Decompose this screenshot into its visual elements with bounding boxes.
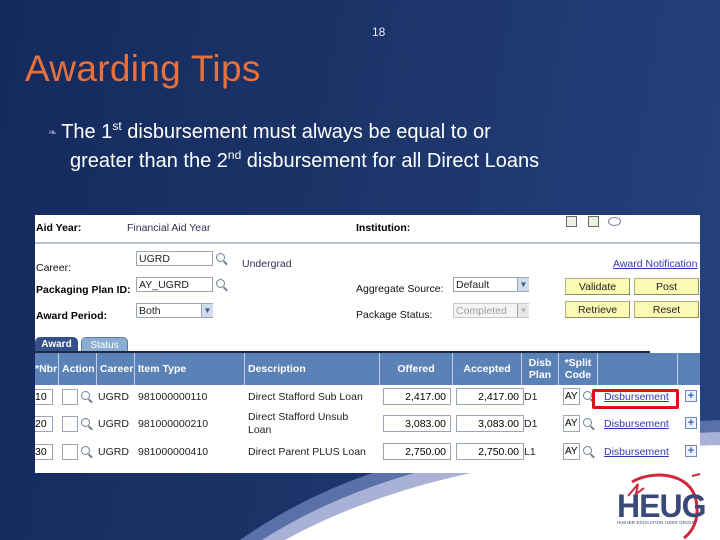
comment-icon[interactable] [608, 217, 621, 226]
highlight-box [592, 389, 679, 409]
col-action: Action [59, 353, 97, 385]
item-type-cell: 981000000110 [138, 391, 208, 403]
disbursement-link[interactable]: Disbursement [604, 446, 669, 458]
career-cell: UGRD [98, 391, 129, 403]
award-notification-link[interactable]: Award Notification [613, 258, 697, 270]
plan-lookup-icon[interactable] [216, 279, 225, 288]
item-type-cell: 981000000210 [138, 418, 209, 430]
package-status-label: Package Status: [356, 309, 433, 321]
description-cell: Direct Stafford Unsub Loan [248, 411, 349, 436]
action-input[interactable] [62, 389, 78, 405]
col-accepted: Accepted [453, 353, 522, 385]
action-input[interactable] [62, 444, 78, 460]
bullet-part: disbursement for all Direct Loans [241, 150, 540, 172]
bullet-part: disbursement must always be equal to or [121, 121, 491, 143]
bullet-line-2: greater than the 2nd disbursement for al… [48, 147, 668, 175]
chevron-down-icon[interactable]: ▼ [201, 304, 213, 317]
bullet-part: The 1 [61, 121, 113, 143]
split-code-input[interactable]: AY [563, 443, 580, 460]
split-lookup-icon[interactable] [583, 391, 592, 400]
disb-plan-cell: L1 [524, 446, 536, 458]
disb-plan-cell: D1 [524, 418, 538, 430]
col-add [678, 353, 700, 385]
chevron-down-icon: ▼ [517, 304, 529, 317]
accepted-input[interactable]: 2,417.00 [456, 388, 524, 405]
item-type-cell: 981000000410 [138, 446, 209, 458]
col-nbr: *Nbr [35, 353, 59, 385]
col-career: Career [97, 353, 135, 385]
notepad-icon[interactable] [566, 216, 577, 227]
post-button[interactable]: Post [634, 278, 699, 295]
offered-input[interactable]: 3,083.00 [383, 415, 451, 432]
split-code-input[interactable]: AY [563, 388, 580, 405]
career-lookup-icon[interactable] [216, 253, 225, 262]
nbr-input[interactable]: 10 [35, 389, 53, 405]
disbursement-link[interactable]: Disbursement [604, 418, 669, 430]
bullet-part: greater than the 2 [70, 150, 228, 172]
description-cell: Direct Stafford Sub Loan [248, 391, 363, 403]
description-cell: Direct Parent PLUS Loan [248, 446, 366, 458]
slide-title: Awarding Tips [25, 48, 261, 89]
award-entry-panel: Aid Year: Financial Aid Year Institution… [35, 215, 700, 473]
add-row-icon[interactable]: + [685, 390, 697, 402]
career-cell: UGRD [98, 446, 129, 458]
superscript: nd [227, 148, 242, 162]
nbr-input[interactable]: 20 [35, 416, 53, 432]
swirl-bullet-icon: ❧ [48, 127, 58, 139]
validate-button[interactable]: Validate [565, 278, 630, 295]
col-offered: Offered [380, 353, 453, 385]
reset-button[interactable]: Reset [634, 301, 699, 318]
disb-plan-cell: D1 [524, 391, 538, 403]
career-label: Career: [36, 262, 72, 274]
retrieve-button[interactable]: Retrieve [565, 301, 630, 318]
institution-label: Institution: [356, 222, 411, 234]
career-description: Undergrad [242, 258, 292, 270]
col-description: Description [245, 353, 380, 385]
col-item-type: Item Type [135, 353, 245, 385]
superscript: st [112, 119, 122, 133]
career-cell: UGRD [98, 418, 129, 430]
split-lookup-icon[interactable] [583, 446, 592, 455]
tab-status[interactable]: Status [81, 337, 128, 352]
chevron-down-icon[interactable]: ▼ [517, 278, 529, 291]
checklist-icon[interactable] [588, 216, 599, 227]
nbr-input[interactable]: 30 [35, 444, 53, 460]
col-disb-plan: Disb Plan [522, 353, 559, 385]
bullet-text: ❧ The 1st disbursement must always be equ… [48, 118, 668, 175]
split-code-input[interactable]: AY [563, 415, 580, 432]
action-lookup-icon[interactable] [81, 391, 90, 400]
action-lookup-icon[interactable] [81, 446, 90, 455]
action-input[interactable] [62, 416, 78, 432]
plan-label: Packaging Plan ID: [36, 284, 131, 296]
heug-logo-subtitle: HIGHER EDUCATION USER GROUP [617, 520, 697, 525]
plan-input[interactable]: AY_UGRD [136, 277, 213, 292]
slide-number: 18 [372, 25, 386, 39]
col-link [598, 353, 678, 385]
offered-input[interactable]: 2,750.00 [383, 443, 451, 460]
offered-input[interactable]: 2,417.00 [383, 388, 451, 405]
aid-year-value: Financial Aid Year [127, 222, 211, 234]
split-lookup-icon[interactable] [583, 418, 592, 427]
period-label: Award Period: [36, 310, 107, 322]
accepted-input[interactable]: 3,083.00 [456, 415, 524, 432]
action-lookup-icon[interactable] [81, 418, 90, 427]
add-row-icon[interactable]: + [685, 445, 697, 457]
accepted-input[interactable]: 2,750.00 [456, 443, 524, 460]
tab-award[interactable]: Award [35, 337, 78, 351]
aid-year-label: Aid Year: [36, 222, 82, 234]
add-row-icon[interactable]: + [685, 417, 697, 429]
career-input[interactable]: UGRD [136, 251, 213, 266]
aggregate-label: Aggregate Source: [356, 283, 444, 295]
table-header: *Nbr Action Career Item Type Description… [35, 353, 700, 385]
col-split-code: *Split Code [559, 353, 598, 385]
